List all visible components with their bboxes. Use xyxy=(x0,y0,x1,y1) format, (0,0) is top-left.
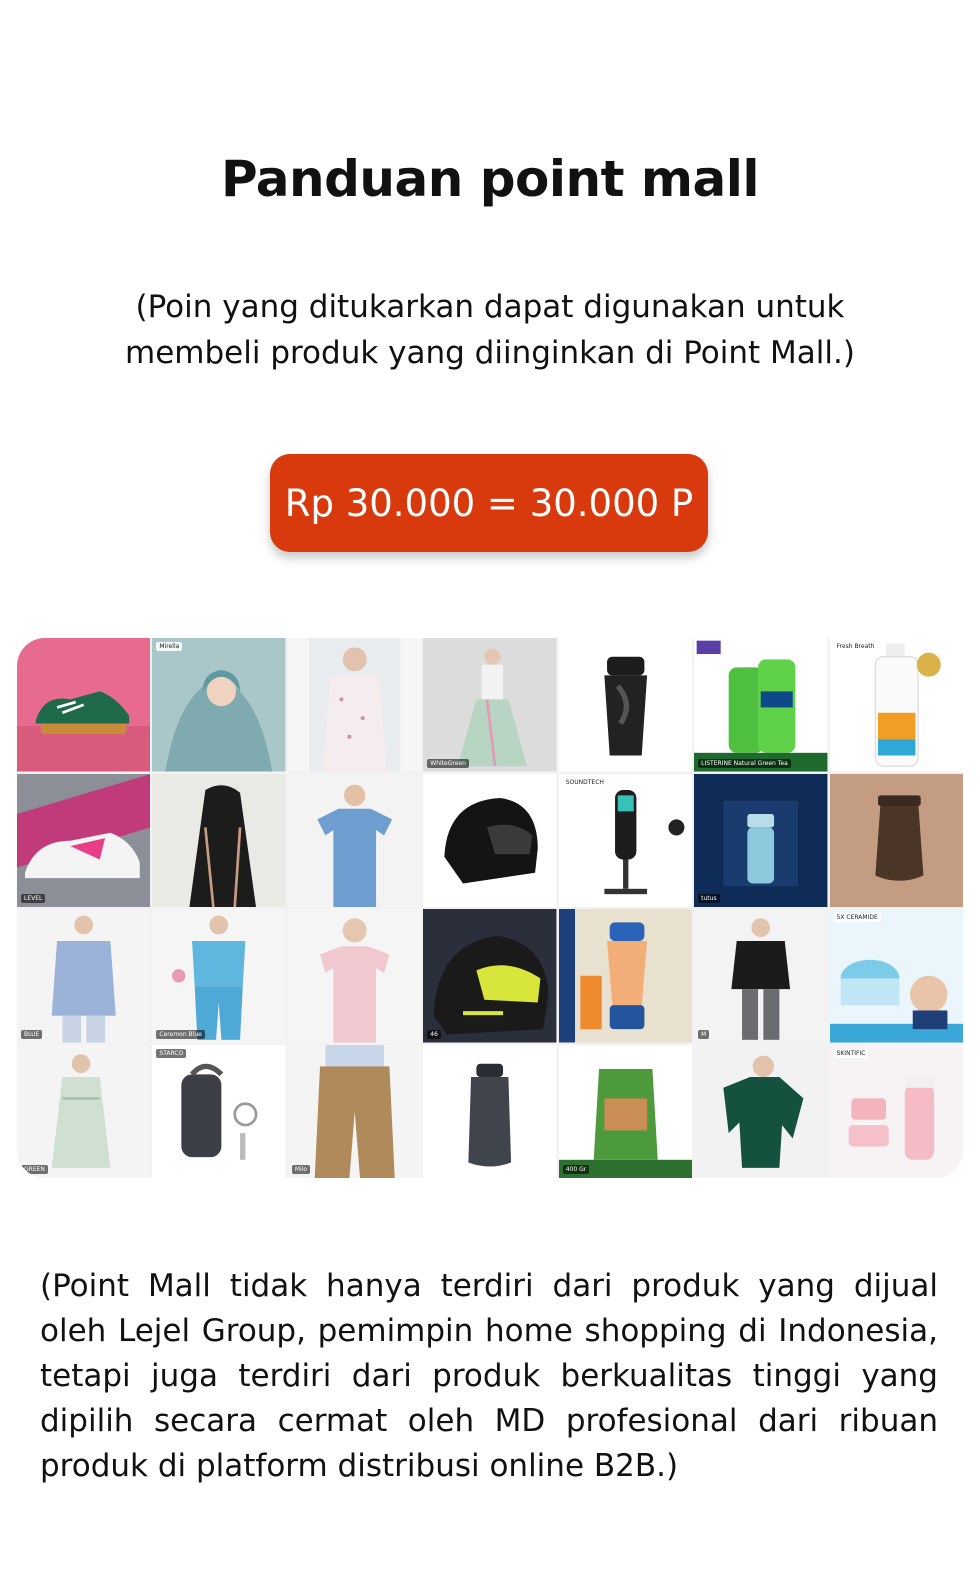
product-tile-microphone[interactable]: SOUNDTECH xyxy=(558,773,693,907)
product-tile-abaya-black[interactable] xyxy=(152,773,286,907)
page-title: Panduan point mall xyxy=(220,150,760,208)
product-tile-skintific-ceramide[interactable]: 5X CERAMIDE xyxy=(829,909,963,1043)
product-label: SKINTIFIC xyxy=(833,1048,869,1058)
product-tile-mint-dress[interactable]: GREEN xyxy=(17,1044,151,1178)
product-tile-hijab-teal[interactable]: Mirella xyxy=(152,638,286,772)
footer-description: (Point Mall tidak hanya terdiri dari pro… xyxy=(40,1268,938,1484)
product-collage: Mirella WhiteGreen LISTERINE Natural Gre… xyxy=(17,638,963,1178)
product-tile-blender[interactable] xyxy=(558,909,693,1043)
product-label: M xyxy=(698,1029,710,1039)
product-label: 400 Gr xyxy=(562,1165,590,1174)
product-tile-long-skirt[interactable]: WhiteGreen xyxy=(423,638,557,772)
product-tile-mouthwash[interactable]: Fresh Breath xyxy=(829,638,963,772)
product-tile-pink-tee[interactable] xyxy=(287,909,422,1043)
product-label: Mirella xyxy=(156,642,183,651)
product-tile-blue-vest[interactable]: BLUE xyxy=(17,909,151,1043)
product-tile-cat-food[interactable]: 400 Gr xyxy=(558,1044,693,1178)
product-tile-brown-tube[interactable] xyxy=(829,773,963,907)
product-tile-blue-tshirt[interactable] xyxy=(287,773,422,907)
product-tile-khaki-pants[interactable]: Milo xyxy=(287,1044,422,1178)
product-label: WhiteGreen xyxy=(427,758,469,768)
product-tile-serum-bottle[interactable]: tutus xyxy=(694,773,828,907)
product-label: 5X CERAMIDE xyxy=(833,913,881,922)
product-label: STARCO xyxy=(156,1048,187,1058)
product-label: Fresh Breath xyxy=(833,642,878,651)
product-label: BLUE xyxy=(21,1029,43,1039)
product-label: SOUNDTECH xyxy=(562,777,607,787)
product-label: GREEN xyxy=(21,1165,48,1174)
product-tile-helmet-46[interactable]: 46 xyxy=(423,909,557,1043)
product-tile-tumbler[interactable] xyxy=(423,1044,557,1178)
product-label: Ceremon Blue xyxy=(156,1029,205,1039)
points-rate-text: Rp 30.000 = 30.000 P xyxy=(284,481,694,525)
product-tile-helmet-black[interactable] xyxy=(423,773,557,907)
product-tile-listerine[interactable]: LISTERINE Natural Green Tea xyxy=(694,638,828,772)
product-label: tutus xyxy=(698,894,720,903)
product-tile-shaker-bottle[interactable] xyxy=(558,638,693,772)
product-label: Milo xyxy=(291,1165,311,1174)
product-tile-sneakers-green[interactable] xyxy=(17,638,151,772)
product-tile-green-hoodie[interactable] xyxy=(694,1044,828,1178)
product-label: 46 xyxy=(427,1029,441,1039)
product-label: LISTERINE Natural Green Tea xyxy=(698,758,791,768)
page-subtitle: (Poin yang ditukarkan dapat digunakan un… xyxy=(125,289,855,371)
points-rate-badge: Rp 30.000 = 30.000 P xyxy=(270,454,708,552)
product-tile-skintific-jars[interactable]: SKINTIFIC xyxy=(829,1044,963,1178)
product-tile-sneakers-pink[interactable]: LEVEL xyxy=(17,773,151,907)
product-tile-floral-top[interactable] xyxy=(287,638,422,772)
product-label: LEVEL xyxy=(21,894,46,903)
product-tile-black-jacket[interactable]: M xyxy=(694,909,828,1043)
product-tile-pajama-blue[interactable]: Ceremon Blue xyxy=(152,909,286,1043)
product-tile-water-dispenser[interactable]: STARCO xyxy=(152,1044,286,1178)
